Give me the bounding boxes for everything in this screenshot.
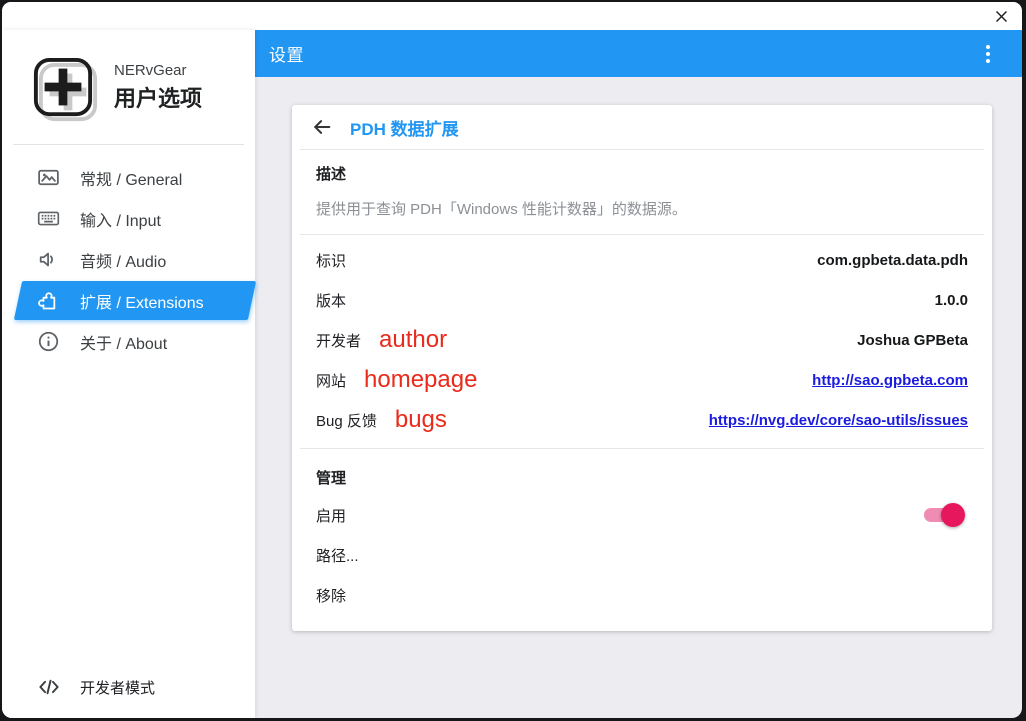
app-logo: NERvGear 用户选项 — [2, 30, 255, 144]
description-section: 描述 提供用于查询 PDH「Windows 性能计数器」的数据源。 — [292, 150, 992, 234]
field-label: 开发者 — [316, 332, 362, 350]
sidebar-item-label: 常规 / General — [80, 171, 183, 189]
settings-content: PDH 数据扩展 描述 提供用于查询 PDH「Windows 性能计数器」的数据… — [255, 77, 1022, 718]
bugs-annotation: bugs — [394, 406, 447, 433]
close-button[interactable] — [988, 5, 1014, 27]
code-icon — [35, 673, 63, 701]
field-row-version: 版本 1.0.0 — [316, 280, 968, 320]
puzzle-icon — [35, 288, 61, 314]
keyboard-icon — [35, 206, 61, 232]
titlebar — [2, 2, 1022, 30]
appbar: 设置 — [255, 30, 1022, 77]
path-button[interactable]: 路径... — [316, 535, 968, 575]
sidebar-divider — [13, 144, 244, 145]
enable-row[interactable]: 启用 — [316, 495, 968, 535]
metadata-section: 标识 com.gpbeta.data.pdh 版本 1.0.0 开发者 auth… — [292, 235, 992, 448]
settings-window: NERvGear 用户选项 常规 / General 输入 / Input 音频… — [2, 2, 1022, 718]
close-icon — [995, 10, 1007, 22]
remove-button[interactable]: 移除 — [316, 575, 968, 615]
manage-heading: 管理 — [316, 469, 347, 487]
sidebar-item-audio[interactable]: 音频 / Audio — [2, 239, 255, 280]
homepage-link[interactable]: http://sao.gpbeta.com — [812, 372, 968, 389]
sidebar-item-extensions[interactable]: 扩展 / Extensions — [2, 280, 255, 321]
sidebar-item-label: 输入 / Input — [80, 212, 161, 230]
extension-detail-card: PDH 数据扩展 描述 提供用于查询 PDH「Windows 性能计数器」的数据… — [292, 105, 992, 631]
back-arrow-icon — [314, 120, 331, 134]
field-label: 版本 — [316, 292, 347, 310]
field-row-bugs: Bug 反馈 bugs https://nvg.dev/core/sao-uti… — [316, 400, 968, 440]
field-row-author: 开发者 author Joshua GPBeta — [316, 320, 968, 360]
sidebar-item-input[interactable]: 输入 / Input — [2, 198, 255, 239]
kebab-menu-button[interactable] — [974, 39, 1002, 69]
description-text: 提供用于查询 PDH「Windows 性能计数器」的数据源。 — [316, 201, 687, 218]
toggle-knob — [941, 503, 965, 527]
developer-mode-button[interactable]: 开发者模式 — [2, 656, 255, 718]
sidebar-nav: 常规 / General 输入 / Input 音频 / Audio 扩展 / … — [2, 157, 255, 362]
sidebar-item-label: 关于 / About — [80, 335, 168, 353]
field-label: 网站 — [316, 372, 347, 390]
field-value-version: 1.0.0 — [934, 291, 968, 309]
field-value-author: Joshua GPBeta — [857, 331, 968, 349]
image-icon — [35, 165, 61, 191]
sidebar-item-label: 音频 / Audio — [80, 253, 167, 271]
speaker-icon — [35, 247, 61, 273]
description-heading: 描述 — [316, 166, 347, 183]
field-row-id: 标识 com.gpbeta.data.pdh — [316, 240, 968, 280]
remove-label: 移除 — [316, 587, 347, 605]
field-label: 标识 — [316, 252, 347, 270]
sidebar-item-general[interactable]: 常规 / General — [2, 157, 255, 198]
field-row-homepage: 网站 homepage http://sao.gpbeta.com — [316, 360, 968, 400]
extension-title: PDH 数据扩展 — [350, 119, 459, 139]
homepage-annotation: homepage — [364, 366, 478, 393]
back-button[interactable] — [308, 113, 336, 141]
sidebar: NERvGear 用户选项 常规 / General 输入 / Input 音频… — [2, 30, 255, 718]
enable-label: 启用 — [316, 507, 347, 525]
path-label: 路径... — [316, 547, 359, 565]
app-logo-icon — [33, 57, 93, 117]
author-annotation: author — [379, 326, 448, 353]
extension-card-header: PDH 数据扩展 — [292, 105, 992, 149]
info-icon — [35, 329, 61, 355]
app-subtitle: 用户选项 — [114, 85, 203, 111]
field-value-id: com.gpbeta.data.pdh — [817, 251, 968, 269]
sidebar-item-label: 扩展 / Extensions — [80, 294, 204, 312]
appbar-title: 设置 — [269, 46, 304, 65]
kebab-menu-icon — [986, 44, 990, 49]
app-name: NERvGear — [114, 61, 187, 79]
developer-mode-label: 开发者模式 — [80, 679, 156, 697]
sidebar-item-about[interactable]: 关于 / About — [2, 321, 255, 362]
main-panel: 设置 PDH 数据扩展 描述 提供用于查询 PDH「Windows 性能计数器」… — [255, 30, 1022, 718]
bugs-link[interactable]: https://nvg.dev/core/sao-utils/issues — [709, 412, 968, 429]
enable-toggle[interactable] — [924, 503, 965, 527]
manage-section: 管理 启用 路径... 移除 — [292, 449, 992, 631]
field-label: Bug 反馈 — [316, 412, 377, 430]
